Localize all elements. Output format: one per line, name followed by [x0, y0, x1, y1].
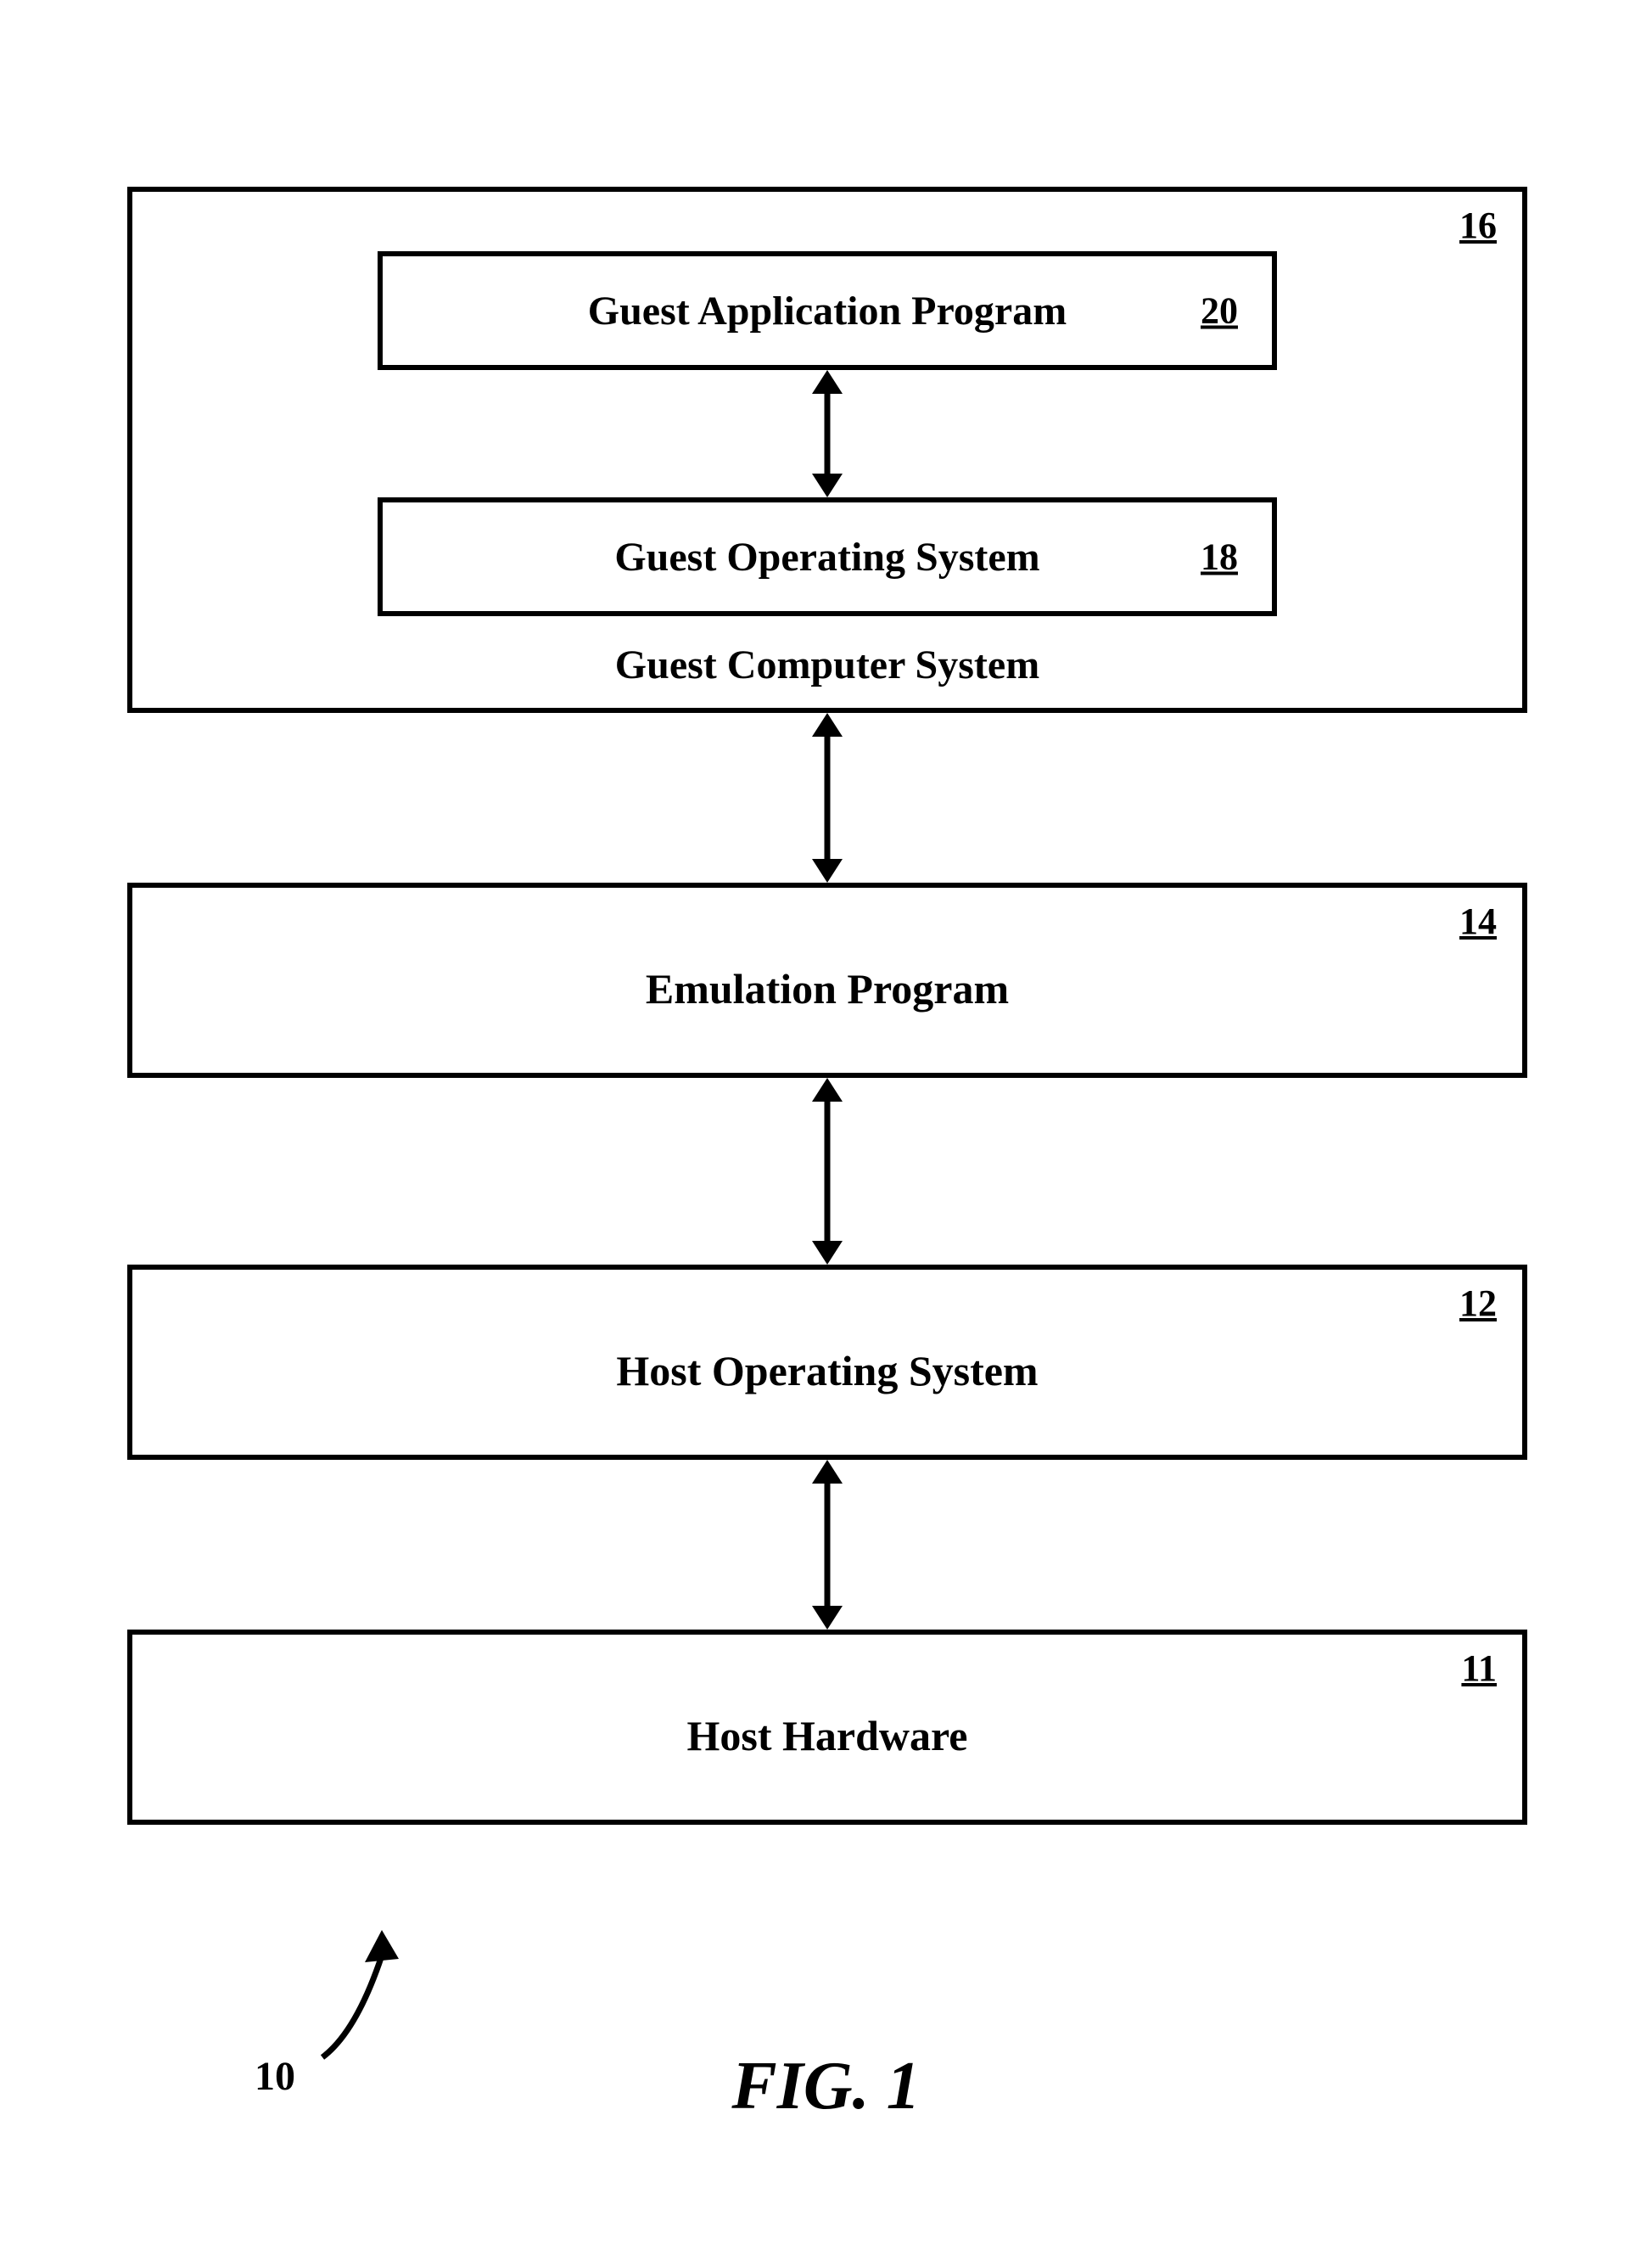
architecture-diagram: 16 Guest Application Program 20 Guest Op… — [127, 187, 1527, 1825]
double-arrow-icon — [802, 1078, 853, 1265]
double-arrow-icon — [802, 713, 853, 883]
guest-system-caption: Guest Computer System — [132, 642, 1522, 688]
arrow-connector — [132, 370, 1522, 497]
box-label: Host Hardware — [687, 1711, 968, 1760]
box-label: Emulation Program — [646, 964, 1009, 1013]
ref-number: 20 — [1201, 289, 1238, 333]
host-hardware-box: 11 Host Hardware — [127, 1630, 1527, 1825]
ref-number: 18 — [1201, 536, 1238, 579]
ref-number: 11 — [1461, 1647, 1497, 1690]
arrow-connector — [127, 1078, 1527, 1265]
box-label: Guest Application Program — [588, 288, 1067, 334]
curved-arrow-icon — [314, 1922, 433, 2066]
guest-operating-system-box: Guest Operating System 18 — [378, 497, 1277, 616]
double-arrow-icon — [802, 370, 853, 497]
figure-caption: FIG. 1 — [731, 2048, 920, 2125]
box-label: Guest Operating System — [614, 534, 1039, 581]
host-operating-system-box: 12 Host Operating System — [127, 1265, 1527, 1460]
emulation-program-box: 14 Emulation Program — [127, 883, 1527, 1078]
ref-number: 16 — [1459, 204, 1497, 247]
box-label: Host Operating System — [616, 1346, 1038, 1395]
guest-application-program-box: Guest Application Program 20 — [378, 251, 1277, 370]
ref-number: 14 — [1459, 900, 1497, 943]
ref-number: 12 — [1459, 1282, 1497, 1325]
ref-number-10: 10 — [255, 2053, 295, 2100]
double-arrow-icon — [802, 1460, 853, 1630]
arrow-connector — [127, 713, 1527, 883]
arrow-connector — [127, 1460, 1527, 1630]
guest-computer-system-box: 16 Guest Application Program 20 Guest Op… — [127, 187, 1527, 713]
